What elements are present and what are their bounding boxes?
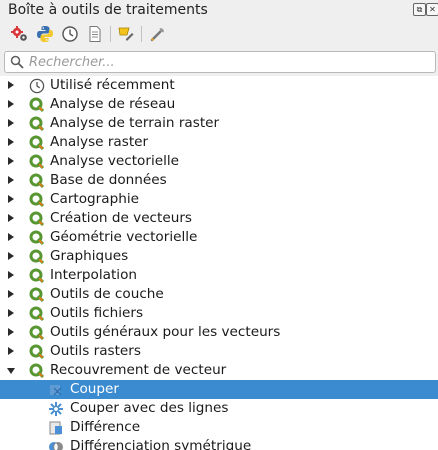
expand-arrow-icon[interactable]	[8, 309, 14, 317]
expand-arrow-icon[interactable]	[8, 252, 14, 260]
tree-algorithm-label: Couper	[70, 381, 120, 397]
tree-algorithm-row[interactable]: Différenciation symétrique	[0, 437, 438, 450]
tree-group-row[interactable]: Utilisé récemment	[0, 76, 438, 95]
tree-group-row[interactable]: Analyse de réseau	[0, 95, 438, 114]
tree-group-row[interactable]: Base de données	[0, 171, 438, 190]
sym-difference-icon	[48, 439, 64, 450]
tree-group-label: Interpolation	[50, 267, 137, 283]
qgis-icon	[29, 116, 45, 132]
clip-icon	[48, 382, 64, 398]
panel-titlebar: Boîte à outils de traitements ⧉ ✕	[0, 0, 438, 22]
expand-arrow-icon[interactable]	[8, 347, 14, 355]
tree-group-row[interactable]: Outils généraux pour les vecteurs	[0, 323, 438, 342]
expand-arrow-icon[interactable]	[8, 233, 14, 241]
expand-arrow-icon[interactable]	[8, 271, 14, 279]
expand-arrow-icon[interactable]	[8, 119, 14, 127]
expand-arrow-icon[interactable]	[8, 157, 14, 165]
tree-group-row[interactable]: Création de vecteurs	[0, 209, 438, 228]
tree-group-label: Création de vecteurs	[50, 210, 193, 226]
history-icon[interactable]	[60, 24, 80, 44]
qgis-icon	[29, 192, 45, 208]
tree-group-label: Outils rasters	[50, 343, 141, 359]
expand-arrow-icon[interactable]	[8, 176, 14, 184]
split-lines-icon	[48, 401, 64, 417]
expand-arrow-icon[interactable]	[8, 290, 14, 298]
qgis-icon	[29, 173, 45, 189]
tree-group-row[interactable]: Outils de couche	[0, 285, 438, 304]
float-panel-button[interactable]: ⧉	[413, 3, 426, 16]
algorithm-tree: Utilisé récemment Analyse de réseau Analys…	[0, 76, 438, 450]
expand-arrow-icon-open[interactable]	[7, 368, 15, 374]
expand-arrow-icon[interactable]	[8, 100, 14, 108]
tree-algorithm-row[interactable]: Couper avec des lignes	[0, 399, 438, 418]
clock-icon	[29, 78, 45, 94]
tree-group-label: Analyse de réseau	[50, 96, 176, 112]
tree-group-label: Outils généraux pour les vecteurs	[50, 324, 281, 340]
tree-group-label: Recouvrement de vecteur	[50, 362, 227, 378]
tree-group-label: Utilisé récemment	[50, 77, 175, 93]
qgis-icon	[29, 135, 45, 151]
expand-arrow-icon[interactable]	[8, 138, 14, 146]
expand-arrow-icon[interactable]	[8, 214, 14, 222]
qgis-icon	[29, 268, 45, 284]
results-icon[interactable]	[85, 24, 105, 44]
edit-features-icon[interactable]	[116, 24, 136, 44]
options-icon[interactable]	[148, 24, 168, 44]
qgis-icon	[29, 287, 45, 303]
tree-algorithm-row[interactable]: Couper	[0, 380, 438, 399]
tree-group-label: Analyse raster	[50, 134, 149, 150]
qgis-icon	[29, 211, 45, 227]
tree-group-label: Analyse de terrain raster	[50, 115, 220, 131]
tree-group-row[interactable]: Interpolation	[0, 266, 438, 285]
tree-algorithm-label: Couper avec des lignes	[70, 400, 229, 416]
tree-group-label: Outils fichiers	[50, 305, 144, 321]
expand-arrow-icon[interactable]	[8, 81, 14, 89]
tree-algorithm-row[interactable]: Différence	[0, 418, 438, 437]
toolbar-separator	[141, 26, 142, 42]
difference-icon	[48, 420, 64, 436]
tree-algorithm-label: Différenciation symétrique	[70, 438, 252, 450]
tree-group-label: Base de données	[50, 172, 167, 188]
qgis-icon	[29, 344, 45, 360]
expand-arrow-icon[interactable]	[8, 328, 14, 336]
qgis-icon	[29, 306, 45, 322]
qgis-icon	[29, 230, 45, 246]
toolbar-separator	[110, 26, 111, 42]
expand-arrow-icon[interactable]	[8, 195, 14, 203]
panel-title: Boîte à outils de traitements	[8, 2, 208, 18]
tree-group-label: Graphiques	[50, 248, 129, 264]
qgis-icon	[29, 154, 45, 170]
tree-group-row[interactable]: Outils rasters	[0, 342, 438, 361]
python-icon[interactable]	[35, 24, 55, 44]
tree-group-label: Outils de couche	[50, 286, 164, 302]
qgis-icon	[29, 249, 45, 265]
qgis-icon	[29, 325, 45, 341]
qgis-icon	[29, 363, 45, 379]
tree-group-row[interactable]: Recouvrement de vecteur	[0, 361, 438, 380]
tree-group-row[interactable]: Cartographie	[0, 190, 438, 209]
tree-algorithm-label: Différence	[70, 419, 141, 435]
tree-group-row[interactable]: Analyse vectorielle	[0, 152, 438, 171]
tree-group-row[interactable]: Géométrie vectorielle	[0, 228, 438, 247]
tree-group-row[interactable]: Analyse raster	[0, 133, 438, 152]
tree-group-label: Cartographie	[50, 191, 139, 207]
search-box	[4, 51, 436, 73]
qgis-icon	[29, 97, 45, 113]
models-icon[interactable]	[10, 24, 30, 44]
search-input[interactable]	[29, 53, 429, 71]
tree-group-row[interactable]: Outils fichiers	[0, 304, 438, 323]
tree-group-label: Géométrie vectorielle	[50, 229, 198, 245]
tree-group-label: Analyse vectorielle	[50, 153, 180, 169]
tree-group-row[interactable]: Analyse de terrain raster	[0, 114, 438, 133]
toolbar	[0, 22, 438, 46]
close-panel-button[interactable]: ✕	[426, 3, 438, 16]
search-icon	[10, 55, 24, 73]
tree-group-row[interactable]: Graphiques	[0, 247, 438, 266]
